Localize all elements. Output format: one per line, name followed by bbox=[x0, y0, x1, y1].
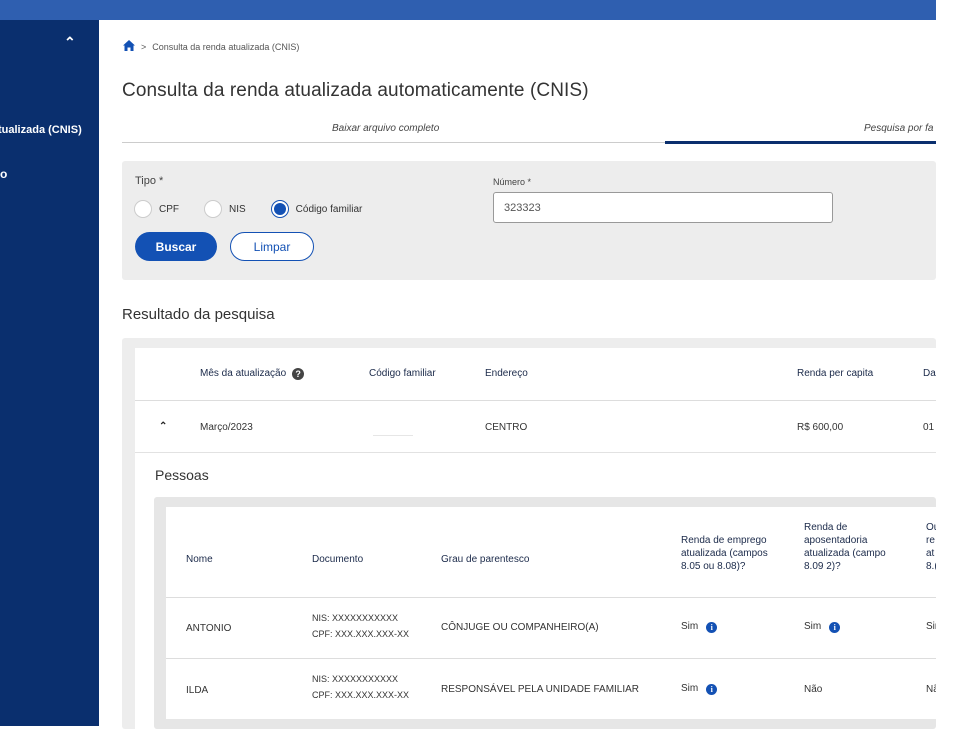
header-outras-rendas: Ou re at 8.( bbox=[926, 522, 936, 572]
header-renda-aposentadoria: Renda de aposentadoria atualizada (campo… bbox=[804, 522, 886, 572]
pessoas-panel: Nome Documento Grau de parentesco Renda … bbox=[154, 497, 936, 729]
radio-codigo-familiar[interactable] bbox=[270, 200, 289, 218]
radio-nis[interactable] bbox=[204, 200, 222, 218]
cell-renda: R$ 600,00 bbox=[797, 422, 844, 433]
header-documento: Documento bbox=[312, 554, 364, 565]
radio-nis-label[interactable]: NIS bbox=[229, 204, 246, 215]
header-codigo-familiar: Código familiar bbox=[369, 368, 436, 379]
header-grau-parentesco: Grau de parentesco bbox=[441, 554, 530, 565]
sidebar: ⌃ tualizada (CNIS) o bbox=[0, 20, 99, 726]
radio-cpf-label[interactable]: CPF bbox=[159, 204, 179, 215]
page-title: Consulta da renda atualizada automaticam… bbox=[122, 80, 589, 101]
info-icon[interactable]: i bbox=[829, 622, 841, 633]
home-icon[interactable] bbox=[123, 40, 135, 54]
header-divider bbox=[135, 400, 936, 401]
sidebar-item-other[interactable]: o bbox=[0, 167, 7, 181]
cell-outras: Sir bbox=[926, 621, 936, 632]
result-title: Resultado da pesquisa bbox=[122, 306, 275, 323]
limpar-button[interactable]: Limpar bbox=[230, 232, 314, 261]
tipo-radio-group: CPF NIS Código familiar bbox=[134, 200, 387, 218]
cell-endereco: CENTRO bbox=[485, 422, 528, 433]
result-panel: Mês da atualização? Código familiar Ende… bbox=[122, 338, 936, 729]
row-divider bbox=[166, 658, 936, 659]
result-table: Mês da atualização? Código familiar Ende… bbox=[135, 348, 936, 729]
row-divider bbox=[135, 452, 936, 453]
right-margin bbox=[936, 0, 963, 729]
breadcrumb: > Consulta da renda atualizada (CNIS) bbox=[123, 40, 299, 54]
header-mes-atualizacao: Mês da atualização? bbox=[200, 368, 305, 380]
cell-mes: Março/2023 bbox=[200, 422, 253, 433]
header-renda-emprego: Renda de emprego atualizada (campos 8.05… bbox=[681, 535, 768, 572]
tab-baixar-arquivo[interactable]: Baixar arquivo completo bbox=[332, 123, 439, 134]
cell-grau: CÔNJUGE OU COMPANHEIRO(A) bbox=[441, 622, 599, 633]
cell-grau: RESPONSÁVEL PELA UNIDADE FAMILIAR bbox=[441, 684, 640, 695]
cell-renda-emprego: Sim i bbox=[681, 681, 718, 697]
cell-nome: ILDA bbox=[186, 685, 209, 696]
cell-renda-aposentadoria: Não bbox=[804, 684, 823, 695]
numero-label: Número * bbox=[493, 177, 532, 187]
header-endereco: Endereço bbox=[485, 368, 528, 379]
cell-codigo-redacted bbox=[373, 435, 413, 436]
header-data: Da bbox=[923, 368, 936, 379]
tab-bar: Baixar arquivo completo Pesquisa por fa bbox=[122, 123, 936, 144]
cell-documento: NIS: XXXXXXXXXXX CPF: XXX.XXX.XXX-XX bbox=[312, 674, 410, 700]
chevron-up-icon[interactable]: ⌃ bbox=[159, 421, 167, 432]
cell-outras: Nã bbox=[926, 684, 936, 695]
tipo-label: Tipo * bbox=[135, 175, 164, 187]
numero-input[interactable]: 323323 bbox=[493, 192, 833, 223]
header-nome: Nome bbox=[186, 554, 213, 565]
top-bar bbox=[0, 0, 936, 20]
tab-pesquisa[interactable]: Pesquisa por fa bbox=[864, 123, 934, 134]
breadcrumb-current: Consulta da renda atualizada (CNIS) bbox=[152, 42, 300, 52]
chevron-up-icon[interactable]: ⌃ bbox=[64, 34, 76, 51]
info-icon[interactable]: i bbox=[706, 622, 718, 633]
radio-cpf[interactable] bbox=[134, 200, 152, 218]
header-divider bbox=[166, 597, 936, 598]
radio-codigo-familiar-label[interactable]: Código familiar bbox=[296, 204, 363, 215]
question-circle-icon[interactable]: ? bbox=[292, 368, 305, 380]
pessoas-title: Pessoas bbox=[155, 467, 209, 483]
header-renda-per-capita: Renda per capita bbox=[797, 368, 874, 379]
main-content: > Consulta da renda atualizada (CNIS) Co… bbox=[99, 20, 936, 729]
cell-nome: ANTONIO bbox=[186, 623, 232, 634]
breadcrumb-separator: > bbox=[141, 42, 147, 52]
cell-data: 01 bbox=[923, 422, 935, 433]
buscar-button[interactable]: Buscar bbox=[135, 232, 217, 261]
cell-documento: NIS: XXXXXXXXXXX CPF: XXX.XXX.XXX-XX bbox=[312, 613, 410, 639]
cell-renda-emprego: Sim i bbox=[681, 619, 718, 635]
search-filter-panel: Tipo * CPF NIS Código familiar Número * … bbox=[122, 161, 936, 280]
info-icon[interactable]: i bbox=[706, 684, 718, 695]
active-tab-indicator bbox=[665, 141, 936, 144]
sidebar-item-consulta-cnis[interactable]: tualizada (CNIS) bbox=[0, 124, 82, 136]
cell-renda-aposentadoria: Sim i bbox=[804, 619, 841, 635]
pessoas-table: Nome Documento Grau de parentesco Renda … bbox=[166, 507, 936, 719]
